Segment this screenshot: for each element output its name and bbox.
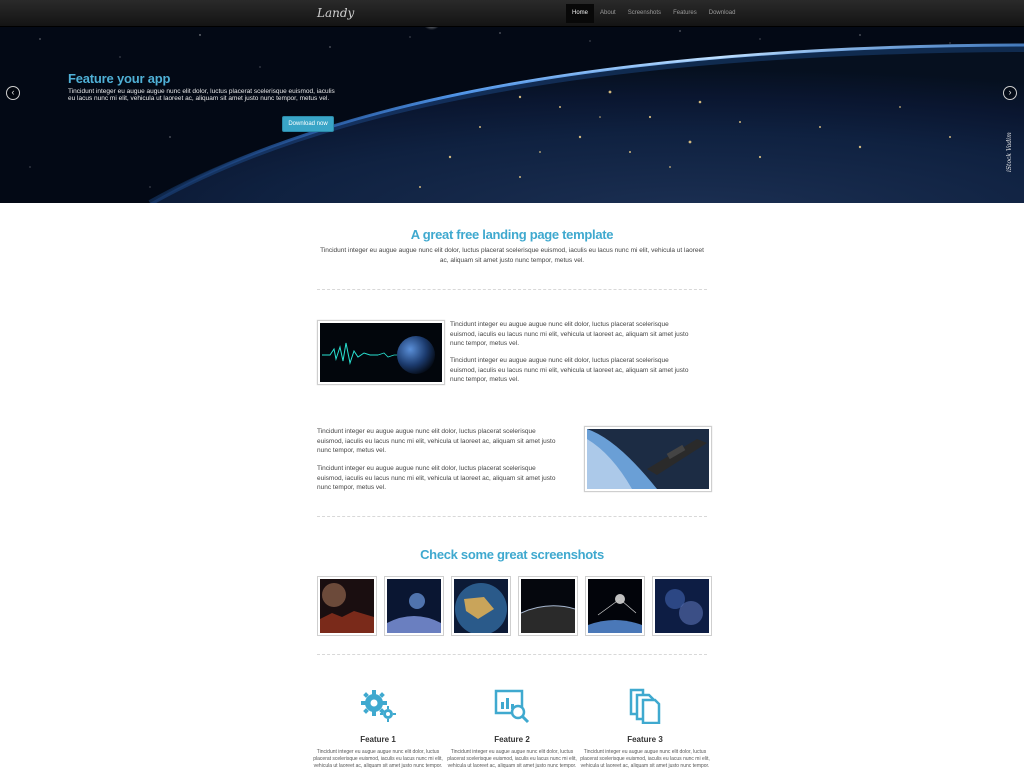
galaxy-planet-image — [387, 579, 441, 633]
feature-text: Tincidunt integer eu augue augue nunc el… — [313, 749, 443, 768]
nav-link-screenshots[interactable]: Screenshots — [622, 4, 667, 23]
nav-link-about[interactable]: About — [594, 4, 622, 23]
brand-logo[interactable]: Landy — [317, 6, 354, 20]
satellite-image — [588, 579, 642, 633]
sound-wave-earth-graphic — [320, 323, 442, 382]
screenshot-gallery — [317, 576, 712, 636]
feature-title: Feature 1 — [360, 735, 396, 744]
intro-text: Tincidunt integer eu augue augue nunc el… — [320, 247, 704, 264]
feature-1: Feature 1 Tincidunt integer eu augue aug… — [313, 688, 443, 768]
divider — [317, 289, 707, 290]
space-station-earth-image — [584, 426, 712, 492]
carousel-prev-icon[interactable]: ‹ — [6, 86, 20, 100]
nav-link-download[interactable]: Download — [703, 4, 742, 23]
hero-title: Feature your app — [68, 71, 171, 86]
screenshot-thumb[interactable] — [585, 576, 645, 636]
intro-title: A great free landing page template — [410, 227, 614, 242]
block1-paragraph-2: Tincidunt integer eu augue augue nunc el… — [450, 357, 689, 383]
hero-carousel: Feature your app Tincidunt integer eu au… — [0, 27, 1024, 203]
screenshot-thumb[interactable] — [384, 576, 444, 636]
night-horizon-image — [520, 579, 576, 633]
carousel-next-icon[interactable]: › — [1003, 86, 1017, 100]
feature-text: Tincidunt integer eu augue augue nunc el… — [447, 749, 577, 768]
nav-links: Home About Screenshots Features Download — [566, 4, 741, 23]
divider — [317, 516, 707, 517]
divider — [317, 654, 707, 655]
planet-landscape-image — [320, 579, 374, 633]
feature-title: Feature 3 — [627, 735, 663, 744]
copy-documents-icon — [629, 688, 661, 725]
hero-earth-image — [0, 27, 1024, 203]
sound-wave-earth-image — [317, 320, 445, 385]
analytics-search-icon — [494, 689, 530, 724]
hero-text: Tincidunt integer eu augue augue nunc el… — [68, 88, 335, 102]
screenshot-thumb[interactable] — [518, 576, 578, 636]
block1-paragraph-1: Tincidunt integer eu augue augue nunc el… — [450, 321, 689, 347]
feature-2: Feature 2 Tincidunt integer eu augue aug… — [447, 688, 577, 768]
screenshots-title: Check some great screenshots — [420, 547, 604, 562]
screenshot-thumb[interactable] — [451, 576, 511, 636]
block2-paragraph-2: Tincidunt integer eu augue augue nunc el… — [317, 465, 556, 491]
nav-link-features[interactable]: Features — [667, 4, 703, 23]
nav-link-home[interactable]: Home — [566, 4, 595, 23]
screenshot-thumb[interactable] — [317, 576, 377, 636]
gears-icon — [361, 690, 396, 722]
feature-3: Feature 3 Tincidunt integer eu augue aug… — [580, 688, 710, 768]
download-now-button[interactable]: Download now — [282, 116, 334, 132]
earth-from-orbit-image — [454, 579, 508, 635]
image-credit: iStock Vadim — [1006, 132, 1013, 172]
block2-paragraph-1: Tincidunt integer eu augue augue nunc el… — [317, 428, 556, 454]
nebula-image — [655, 579, 709, 633]
top-navbar: Landy Home About Screenshots Features Do… — [0, 0, 1024, 27]
screenshot-thumb[interactable] — [652, 576, 712, 636]
space-station-graphic — [587, 429, 709, 489]
feature-title: Feature 2 — [494, 735, 530, 744]
feature-text: Tincidunt integer eu augue augue nunc el… — [580, 749, 710, 768]
